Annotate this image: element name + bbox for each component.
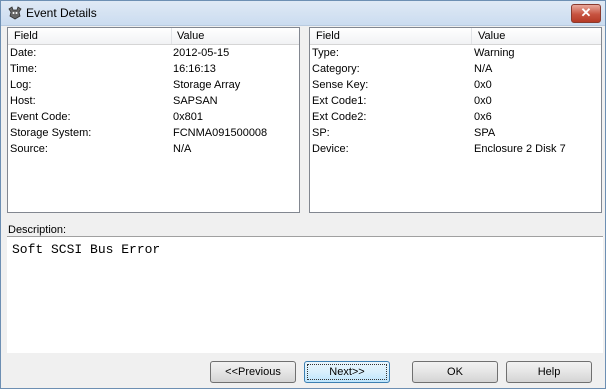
title-bar[interactable]: Event Details ✕	[1, 1, 605, 26]
help-button[interactable]: Help	[506, 361, 592, 383]
list-item[interactable]: Ext Code2: 0x6	[310, 109, 601, 125]
field-label: Type:	[312, 47, 339, 59]
column-header-value[interactable]: Value	[177, 30, 204, 42]
list-header: Field Value	[8, 28, 299, 45]
field-value: 2012-05-15	[173, 47, 230, 59]
field-label: Sense Key:	[312, 79, 369, 91]
field-label: Time:	[10, 63, 38, 75]
list-header: Field Value	[310, 28, 601, 45]
description-textarea[interactable]: Soft SCSI Bus Error	[7, 236, 603, 353]
event-fields-list-left[interactable]: Field Value Date: 2012-05-15 Time: 16:16:1…	[7, 27, 300, 213]
focus-rectangle	[307, 364, 387, 380]
previous-button[interactable]: <<Previous	[210, 361, 296, 383]
list-item[interactable]: Category: N/A	[310, 61, 601, 77]
ok-button[interactable]: OK	[412, 361, 498, 383]
field-label: Event Code:	[10, 111, 71, 123]
field-value: Enclosure 2 Disk 7	[474, 143, 566, 155]
column-header-value[interactable]: Value	[478, 30, 505, 42]
event-fields-list-right[interactable]: Field Value Type: Warning Category: N/A Se…	[309, 27, 602, 213]
list-item[interactable]: Time: 16:16:13	[8, 61, 299, 77]
list-item[interactable]: Device: Enclosure 2 Disk 7	[310, 141, 601, 157]
column-divider[interactable]	[171, 28, 172, 44]
field-value: 0x6	[474, 111, 492, 123]
field-value: N/A	[474, 63, 493, 75]
close-button[interactable]: ✕	[571, 4, 601, 23]
field-value: 0x0	[474, 95, 492, 107]
field-label: Log:	[10, 79, 32, 91]
window-title: Event Details	[26, 6, 97, 20]
close-icon: ✕	[580, 5, 592, 20]
field-label: Device:	[312, 143, 349, 155]
list-item[interactable]: Ext Code1: 0x0	[310, 93, 601, 109]
field-label: Ext Code1:	[312, 95, 367, 107]
field-value: SPA	[474, 127, 496, 139]
column-header-field[interactable]: Field	[14, 30, 38, 42]
column-divider[interactable]	[471, 28, 472, 44]
field-label: SP:	[312, 127, 330, 139]
field-value: N/A	[173, 143, 192, 155]
event-details-window: Event Details ✕ Field Value Date: 2012-05…	[0, 0, 606, 389]
field-label: Ext Code2:	[312, 111, 367, 123]
event-app-icon	[8, 6, 22, 20]
field-value: 0x801	[173, 111, 203, 123]
description-label: Description:	[8, 224, 67, 236]
field-value: Warning	[474, 47, 515, 59]
column-header-field[interactable]: Field	[316, 30, 340, 42]
field-label: Storage System:	[10, 127, 92, 139]
list-item[interactable]: Host: SAPSAN	[8, 93, 299, 109]
list-item[interactable]: Type: Warning	[310, 45, 601, 61]
field-value: Storage Array	[173, 79, 241, 91]
field-value: FCNMA091500008	[173, 127, 268, 139]
next-button[interactable]: Next>>	[304, 361, 390, 383]
field-value: 0x0	[474, 79, 492, 91]
list-item[interactable]: Sense Key: 0x0	[310, 77, 601, 93]
field-value: SAPSAN	[173, 95, 218, 107]
field-label: Host:	[10, 95, 36, 107]
list-item[interactable]: SP: SPA	[310, 125, 601, 141]
list-item[interactable]: Source: N/A	[8, 141, 299, 157]
description-text: Soft SCSI Bus Error	[12, 242, 161, 257]
field-label: Category:	[312, 63, 360, 75]
list-item[interactable]: Date: 2012-05-15	[8, 45, 299, 61]
field-label: Date:	[10, 47, 37, 59]
field-label: Source:	[10, 143, 48, 155]
list-item[interactable]: Log: Storage Array	[8, 77, 299, 93]
list-item[interactable]: Storage System: FCNMA091500008	[8, 125, 299, 141]
field-value: 16:16:13	[173, 63, 216, 75]
list-item[interactable]: Event Code: 0x801	[8, 109, 299, 125]
